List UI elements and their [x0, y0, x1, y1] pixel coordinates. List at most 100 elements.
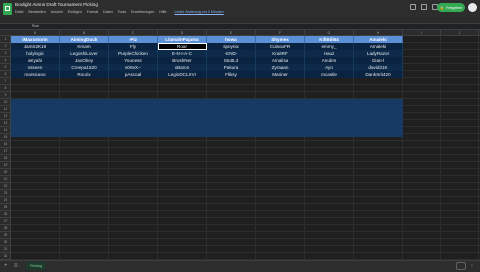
formula-bar[interactable]	[0, 23, 480, 30]
sheets-logo-icon[interactable]	[3, 3, 12, 15]
menu-item[interactable]: Ansicht	[51, 10, 63, 14]
column-header[interactable]: J	[441, 30, 479, 36]
row-header[interactable]: 21	[0, 176, 11, 183]
team-header-cell[interactable]: Amaleki	[354, 36, 403, 43]
team-header-cell[interactable]: AimingDuck	[60, 36, 109, 43]
table-cell[interactable]: Amalisa	[256, 57, 305, 64]
row-header[interactable]: 23	[0, 190, 11, 197]
row-header[interactable]: 1	[0, 36, 11, 43]
row-header[interactable]: 13	[0, 120, 11, 127]
row-header[interactable]: 29	[0, 232, 11, 239]
table-cell[interactable]: Gian-l	[354, 57, 403, 64]
row-header[interactable]: 19	[0, 162, 11, 169]
table-cell[interactable]: Amaleki	[354, 43, 403, 50]
table-cell[interactable]: Roar	[158, 43, 207, 50]
table-cell[interactable]: Hauz	[305, 50, 354, 57]
table-cell[interactable]: Kmam	[60, 43, 109, 50]
table-cell[interactable]: JaxObey	[60, 57, 109, 64]
table-cell[interactable]: LadyRazor	[354, 50, 403, 57]
table-cell[interactable]: Mariner	[256, 71, 305, 78]
table-cell[interactable]: Pakura	[207, 64, 256, 71]
row-header[interactable]: 28	[0, 225, 11, 232]
chevron-right-icon[interactable]: ›	[468, 262, 476, 270]
comment-icon[interactable]	[421, 4, 427, 10]
table-cell[interactable]: xBaron	[158, 64, 207, 71]
table-cell[interactable]: JamS2K19	[11, 43, 60, 50]
row-header[interactable]: 32	[0, 253, 11, 260]
menu-item[interactable]: Daten	[103, 10, 113, 14]
team-header-cell[interactable]: -Piz	[109, 36, 158, 43]
table-cell[interactable]: Youness	[109, 57, 158, 64]
row-header[interactable]: 24	[0, 197, 11, 204]
add-sheet-icon[interactable]: +	[4, 263, 8, 269]
table-cell[interactable]: pAscoal	[109, 71, 158, 78]
row-header[interactable]: 4	[0, 57, 11, 64]
history-icon[interactable]	[410, 4, 416, 10]
table-cell[interactable]: marsicano	[11, 71, 60, 78]
filled-range[interactable]	[11, 99, 403, 137]
table-cell[interactable]: PurpleChicken	[109, 50, 158, 57]
table-cell[interactable]: Anubrs	[305, 57, 354, 64]
team-header-cell[interactable]: Shymex	[256, 36, 305, 43]
row-header[interactable]: 26	[0, 211, 11, 218]
row-header[interactable]: 10	[0, 99, 11, 106]
row-header[interactable]: 25	[0, 204, 11, 211]
table-cell[interactable]: Rourix	[60, 71, 109, 78]
row-header[interactable]: 8	[0, 85, 11, 92]
row-header[interactable]: 16	[0, 141, 11, 148]
table-cell[interactable]: nsseen	[11, 64, 60, 71]
row-header[interactable]: 31	[0, 246, 11, 253]
formula-content[interactable]: Roar	[32, 23, 39, 30]
row-header[interactable]: 15	[0, 134, 11, 141]
table-cell[interactable]: BrushNer	[158, 57, 207, 64]
all-sheets-icon[interactable]: ≡	[14, 263, 18, 269]
table-cell[interactable]: v0rteX--	[109, 64, 158, 71]
table-cell[interactable]: LegoshiLover	[60, 50, 109, 57]
row-header[interactable]: 11	[0, 106, 11, 113]
row-header[interactable]: 2	[0, 43, 11, 50]
row-header[interactable]: 9	[0, 92, 11, 99]
table-cell[interactable]: spoynix	[207, 43, 256, 50]
row-header[interactable]: 12	[0, 113, 11, 120]
row-header[interactable]: 22	[0, 183, 11, 190]
explore-icon[interactable]	[456, 262, 466, 270]
table-cell[interactable]: StuttL3	[207, 57, 256, 64]
row-header[interactable]: 20	[0, 169, 11, 176]
row-header[interactable]: 6	[0, 71, 11, 78]
table-cell[interactable]: mcastle	[305, 71, 354, 78]
table-cell[interactable]: KraitRF	[256, 50, 305, 57]
menu-item[interactable]: Erweiterungen	[131, 10, 154, 14]
row-header[interactable]: 5	[0, 64, 11, 71]
last-edit-link[interactable]: Letzte Änderung vor 2 Minuten	[175, 10, 224, 14]
row-header[interactable]: 27	[0, 218, 11, 225]
table-cell[interactable]: Fly	[109, 43, 158, 50]
table-cell[interactable]: aKyahi	[11, 57, 60, 64]
table-cell[interactable]: Fliksy	[207, 71, 256, 78]
column-header[interactable]: I	[403, 30, 441, 36]
table-cell[interactable]: david31K	[354, 64, 403, 71]
team-header-cell[interactable]: LlamalnPajama	[158, 36, 207, 43]
row-header[interactable]: 30	[0, 239, 11, 246]
row-header[interactable]: 17	[0, 148, 11, 155]
table-cell[interactable]: Ayo	[305, 64, 354, 71]
team-header-cell[interactable]: KillBill64	[305, 36, 354, 43]
sheet-tab-picking[interactable]: Picking	[26, 262, 47, 270]
table-cell[interactable]: CuisouFR	[256, 43, 305, 50]
row-header[interactable]: 18	[0, 155, 11, 162]
table-cell[interactable]: LeginDCLXVI	[158, 71, 207, 78]
row-header[interactable]: 7	[0, 78, 11, 85]
table-cell[interactable]: E-N-I-A-C	[158, 50, 207, 57]
table-cell[interactable]: Creepa1520	[60, 64, 109, 71]
table-cell[interactable]: emmy_	[305, 43, 354, 50]
team-header-cell[interactable]: howa	[207, 36, 256, 43]
row-header[interactable]: 3	[0, 50, 11, 57]
avatar[interactable]	[468, 3, 477, 12]
menu-item[interactable]: Datei	[15, 10, 23, 14]
table-cell[interactable]: -END-	[207, 50, 256, 57]
menu-item[interactable]: Einfügen	[68, 10, 82, 14]
menu-item[interactable]: Format	[87, 10, 98, 14]
document-title[interactable]: Boxlight Aimns Draft Tournament Picking	[15, 2, 98, 7]
row-header[interactable]: 14	[0, 127, 11, 134]
menu-item[interactable]: Hilfe	[159, 10, 166, 14]
menu-item[interactable]: Tools	[118, 10, 126, 14]
